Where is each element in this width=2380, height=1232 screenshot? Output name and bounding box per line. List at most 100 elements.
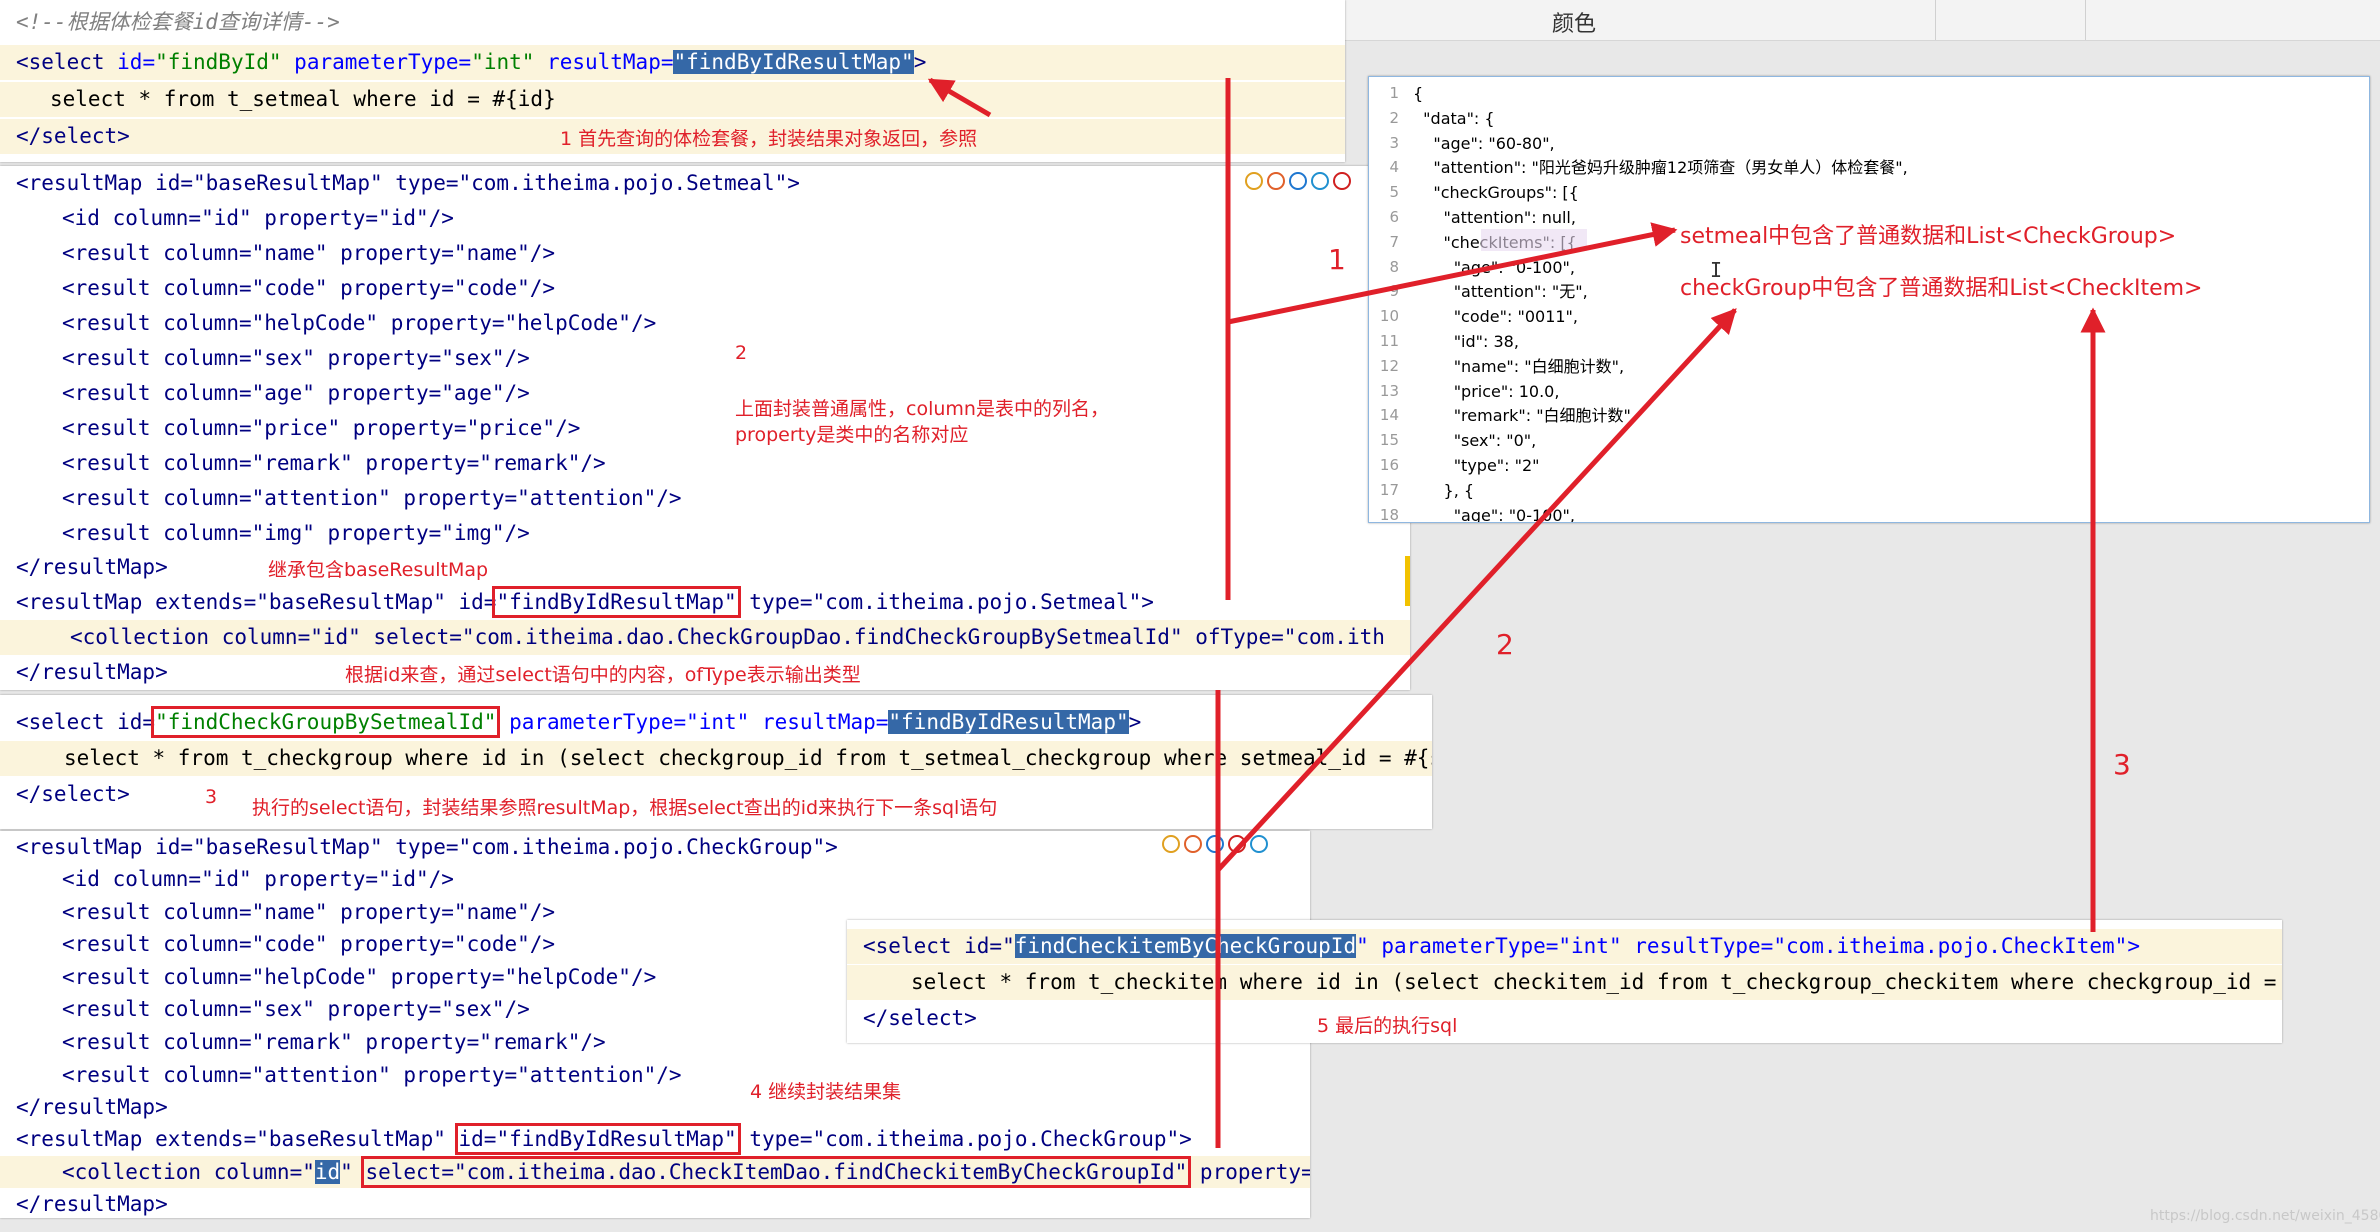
annotation-note: 上面封装普通属性，column是表中的列名， [735, 398, 1109, 420]
json-text: "attention": null, [1413, 208, 1576, 227]
json-line[interactable]: 18 "age": "0-100", [1369, 503, 2369, 523]
json-line[interactable]: 11 "id": 38, [1369, 329, 2369, 354]
json-text: "checkGroups": [{ [1413, 183, 1579, 203]
highlight-box: "findCheckGroupBySetmealId" [151, 706, 501, 738]
json-line[interactable]: 13 "price": 10.0, [1369, 379, 2369, 404]
json-line[interactable]: 14 "remark": "白细胞计数", [1369, 403, 2369, 428]
annotation-number: 3 [205, 786, 218, 808]
json-line[interactable]: 10 "code": "0011", [1369, 304, 2369, 329]
arrow-number: 3 [2113, 748, 2131, 781]
annotation-note: 5 最后的执行sql [1317, 1015, 1458, 1037]
line-number: 10 [1379, 307, 1399, 326]
json-text: "data": { [1413, 108, 1495, 128]
highlight-box: "findByIdResultMap" [492, 586, 741, 618]
line-number: 1 [1389, 84, 1399, 102]
highlight-box: id="findByIdResultMap" [454, 1123, 741, 1155]
code-line[interactable]: <resultMap extends="baseResultMap" id="f… [0, 1123, 1310, 1155]
text-cursor-icon: I [1710, 258, 1723, 282]
json-text: "age": "0-100", [1413, 257, 1575, 277]
code-line[interactable]: <collection column="id" select="com.ithe… [0, 1156, 1310, 1188]
json-line[interactable]: 3 "age": "60-80", [1369, 131, 2369, 156]
code-line[interactable]: <result column="helpCode" property="help… [0, 306, 1410, 341]
annotation-note: 4 继续封装结果集 [750, 1081, 902, 1103]
watermark: https://blog.csdn.net/weixin_4580... [2150, 1208, 2380, 1224]
json-line[interactable]: 2 "data": { [1369, 106, 2369, 131]
line-number: 8 [1389, 257, 1399, 276]
checkitem-select-panel: <select id="findCheckitemByCheckGroupId"… [847, 920, 2282, 1043]
json-text: "attention": "阳光爸妈升级肿瘤12项筛查（男女单人）体检套餐", [1413, 158, 1908, 178]
line-number: 17 [1379, 480, 1399, 499]
line-number: 15 [1379, 431, 1399, 450]
json-text: "code": "0011", [1413, 307, 1578, 327]
json-line[interactable]: 5 "checkGroups": [{ [1369, 180, 2369, 205]
code-comment: <!--根据体检套餐id查询详情--> [16, 10, 340, 34]
code-line[interactable]: <resultMap extends="baseResultMap" id="f… [0, 585, 1410, 620]
line-number: 3 [1389, 133, 1399, 152]
header-divider [1935, 0, 1936, 40]
line-number: 6 [1389, 208, 1399, 226]
json-line[interactable]: 16 "type": "2" [1369, 453, 2369, 478]
code-line[interactable]: <collection column="id" select="com.ithe… [0, 620, 1410, 655]
code-line[interactable]: </resultMap> [0, 1188, 1310, 1218]
line-number: 14 [1379, 406, 1399, 425]
selected-text[interactable]: id [314, 1160, 341, 1184]
code-line[interactable]: select * from t_checkitem where id in (s… [847, 965, 2282, 1000]
line-number: 18 [1379, 505, 1399, 523]
code-line[interactable]: <result column="code" property="code"/> [0, 271, 1410, 306]
json-line[interactable]: 1{ [1369, 81, 2369, 106]
arrow-number: 2 [1496, 628, 1514, 661]
setmeal-resultmap-panel: <resultMap id="baseResultMap" type="com.… [0, 166, 1410, 690]
code-line[interactable]: <select id="findCheckitemByCheckGroupId"… [847, 929, 2282, 964]
code-line[interactable]: <result column="age" property="age"/> [0, 376, 1410, 411]
json-line[interactable]: 15 "sex": "0", [1369, 428, 2369, 453]
line-number: 5 [1389, 183, 1399, 202]
code-line[interactable]: select * from t_setmeal where id = #{id} [0, 82, 1345, 117]
line-number: 16 [1379, 456, 1399, 474]
code-line[interactable]: </resultMap> [0, 550, 1410, 585]
annotation-note: 1 首先查询的体检套餐，封装结果对象返回，参照 [560, 128, 978, 150]
code-line[interactable]: <result column="img" property="img"/> [0, 516, 1410, 551]
json-text: "name": "白细胞计数", [1413, 356, 1625, 376]
line-number: 7 [1389, 232, 1399, 251]
line-number: 4 [1389, 158, 1399, 177]
json-text: "age": "0-100", [1413, 505, 1575, 523]
code-line[interactable]: </resultMap> [0, 1091, 1310, 1123]
annotation-note: 执行的select语句，封装结果参照resultMap，根据select查出的i… [252, 797, 998, 819]
column-header-color[interactable]: 颜色 [1552, 6, 1596, 38]
code-line[interactable]: select * from t_checkgroup where id in (… [0, 741, 1432, 776]
line-number: 2 [1389, 108, 1399, 127]
code-line[interactable]: <result column="name" property="name"/> [0, 236, 1410, 271]
json-text: "remark": "白细胞计数", [1413, 406, 1636, 426]
code-line[interactable]: <result column="price" property="price"/… [0, 411, 1410, 446]
code-line[interactable]: <result column="attention" property="att… [0, 481, 1410, 516]
annotation-number: 2 [735, 342, 748, 364]
json-line[interactable]: 12 "name": "白细胞计数", [1369, 354, 2369, 379]
json-text: }, { [1413, 480, 1475, 500]
line-number: 9 [1389, 282, 1399, 301]
line-number: 12 [1379, 356, 1399, 375]
json-text: "type": "2" [1413, 456, 1540, 475]
selected-text[interactable]: "findByIdResultMap" [888, 710, 1129, 734]
code-line[interactable]: <result column="sex" property="sex"/> [0, 341, 1410, 376]
json-text: "price": 10.0, [1413, 381, 1560, 401]
annotation-note: 根据id来查，通过select语句中的内容，ofType表示输出类型 [345, 664, 861, 686]
selected-text[interactable]: "findByIdResultMap" [673, 50, 914, 74]
code-line[interactable]: <id column="id" property="id"/> [0, 201, 1410, 236]
code-line[interactable]: <select id="findById" parameterType="int… [0, 45, 1345, 80]
editor-scroll-marker [1405, 556, 1410, 606]
selected-text[interactable]: findCheckitemByCheckGroupId [1014, 934, 1357, 958]
code-line[interactable]: <resultMap id="baseResultMap" type="com.… [0, 831, 1310, 863]
json-line[interactable]: 4 "attention": "阳光爸妈升级肿瘤12项筛查（男女单人）体检套餐"… [1369, 155, 2369, 180]
code-line[interactable]: </select> [847, 1001, 2282, 1036]
code-line[interactable]: <result column="remark" property="remark… [0, 446, 1410, 481]
highlight-box: select="com.itheima.dao.CheckItemDao.fin… [361, 1156, 1192, 1188]
json-line[interactable]: 17 }, { [1369, 478, 2369, 503]
checkgroup-select-panel: <select id="findCheckGroupBySetmealId" p… [0, 695, 1432, 829]
code-line[interactable]: <select id="findCheckGroupBySetmealId" p… [0, 705, 1432, 740]
code-line[interactable]: <result column="attention" property="att… [0, 1059, 1310, 1091]
json-text: "attention": "无", [1413, 282, 1588, 302]
code-line[interactable]: <id column="id" property="id"/> [0, 863, 1310, 895]
json-text: "age": "60-80", [1413, 133, 1555, 153]
header-divider [2085, 0, 2086, 40]
code-line[interactable]: <resultMap id="baseResultMap" type="com.… [0, 166, 1410, 201]
